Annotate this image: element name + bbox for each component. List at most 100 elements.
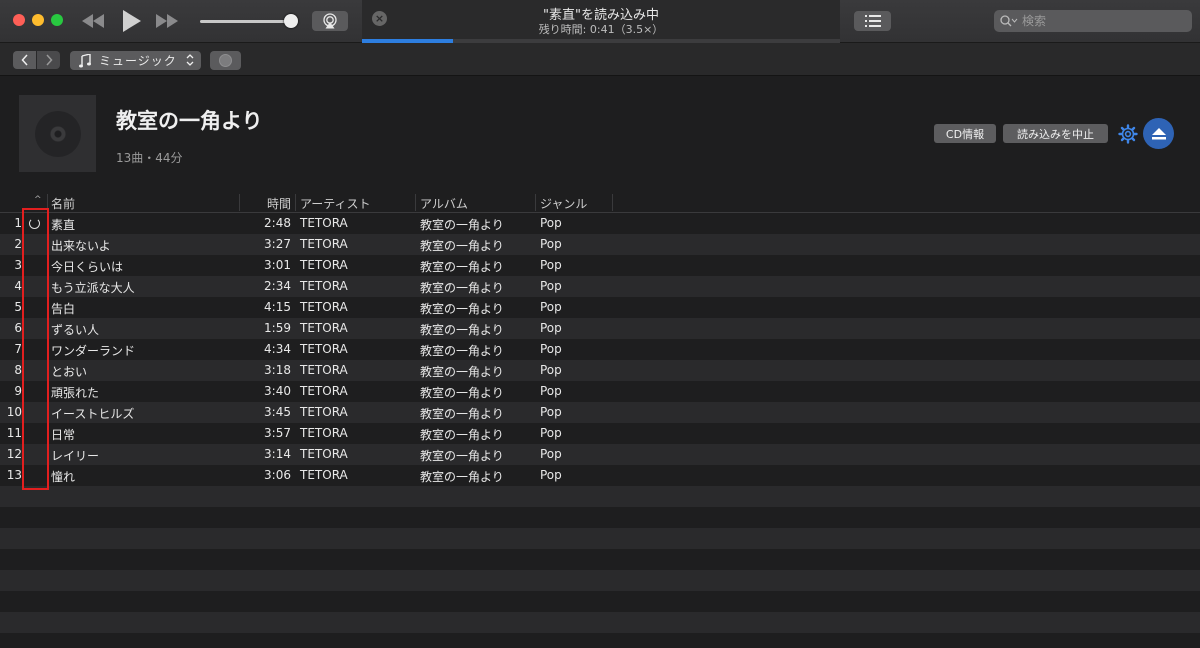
track-name: 日常: [51, 428, 76, 442]
track-genre: Pop: [540, 300, 562, 314]
track-genre: Pop: [540, 216, 562, 230]
track-artist: TETORA: [300, 279, 348, 293]
track-number: 11: [6, 426, 22, 440]
play-icon: [123, 10, 141, 32]
track-name: 出来ないよ: [51, 239, 111, 253]
track-number: 2: [14, 237, 22, 251]
table-row[interactable]: 13 憧れ 3:06 TETORA 教室の一角より Pop: [0, 465, 1200, 486]
chevron-right-icon: [45, 54, 53, 66]
column-header-time[interactable]: 時間: [240, 195, 291, 212]
track-genre: Pop: [540, 321, 562, 335]
track-time: 3:14: [264, 447, 291, 461]
track-time: 3:45: [264, 405, 291, 419]
empty-row: [0, 528, 1200, 549]
table-row[interactable]: 8 とおい 3:18 TETORA 教室の一角より Pop: [0, 360, 1200, 381]
forward-button[interactable]: [37, 51, 60, 69]
table-row[interactable]: 12 レイリー 3:14 TETORA 教室の一角より Pop: [0, 444, 1200, 465]
eject-button[interactable]: [1143, 118, 1174, 149]
table-row[interactable]: 9 頑張れた 3:40 TETORA 教室の一角より Pop: [0, 381, 1200, 402]
airplay-icon: [323, 13, 337, 29]
album-meta: 13曲・44分: [116, 151, 183, 165]
track-number: 13: [6, 468, 22, 482]
airplay-button[interactable]: [312, 11, 348, 31]
cd-info-button[interactable]: CD情報: [934, 124, 996, 143]
empty-row: [0, 612, 1200, 633]
volume-slider-knob[interactable]: [284, 14, 298, 28]
table-row[interactable]: 5 告白 4:15 TETORA 教室の一角より Pop: [0, 297, 1200, 318]
track-album: 教室の一角より: [420, 470, 504, 484]
track-number: 1: [14, 216, 22, 230]
search-icon: [1000, 15, 1018, 27]
back-button[interactable]: [13, 51, 36, 69]
empty-row: [0, 633, 1200, 648]
track-number: 12: [6, 447, 22, 461]
track-number: 6: [14, 321, 22, 335]
search-input[interactable]: [1022, 14, 1182, 28]
table-row[interactable]: 10 イーストヒルズ 3:45 TETORA 教室の一角より Pop: [0, 402, 1200, 423]
track-name: もう立派な大人: [51, 281, 135, 295]
fast-forward-icon: [156, 14, 178, 28]
track-time: 4:34: [264, 342, 291, 356]
table-row[interactable]: 1 素直 2:48 TETORA 教室の一角より Pop: [0, 213, 1200, 234]
fast-forward-button[interactable]: [154, 8, 180, 34]
track-time: 2:34: [264, 279, 291, 293]
close-window-button[interactable]: [13, 14, 25, 26]
volume-slider[interactable]: [200, 20, 292, 23]
track-genre: Pop: [540, 468, 562, 482]
track-number: 8: [14, 363, 22, 377]
status-subtitle: 残り時間: 0:41（3.5×）: [538, 23, 664, 36]
play-button[interactable]: [118, 8, 144, 34]
table-row[interactable]: 6 ずるい人 1:59 TETORA 教室の一角より Pop: [0, 318, 1200, 339]
music-note-icon: [79, 53, 91, 67]
column-header-genre[interactable]: ジャンル: [540, 195, 587, 212]
minimize-window-button[interactable]: [32, 14, 44, 26]
track-time: 3:06: [264, 468, 291, 482]
track-album: 教室の一角より: [420, 302, 504, 316]
track-time: 3:40: [264, 384, 291, 398]
track-genre: Pop: [540, 237, 562, 251]
track-genre: Pop: [540, 405, 562, 419]
media-kind-label: ミュージック: [99, 54, 177, 68]
column-separator: [415, 194, 416, 211]
track-album: 教室の一角より: [420, 344, 504, 358]
track-number: 9: [14, 384, 22, 398]
track-album: 教室の一角より: [420, 386, 504, 400]
table-row[interactable]: 11 日常 3:57 TETORA 教室の一角より Pop: [0, 423, 1200, 444]
album-header: 教室の一角より 13曲・44分 CD情報 読み込みを中止: [0, 77, 1200, 192]
column-separator: [535, 194, 536, 211]
track-artist: TETORA: [300, 258, 348, 272]
track-name: とおい: [51, 365, 88, 379]
track-name: 告白: [51, 302, 76, 316]
track-album: 教室の一角より: [420, 281, 504, 295]
title-bar: × "素直"を読み込み中 残り時間: 0:41（3.5×）: [0, 0, 1200, 43]
rewind-button[interactable]: [80, 8, 106, 34]
track-time: 3:18: [264, 363, 291, 377]
track-name: レイリー: [51, 449, 100, 463]
track-album: 教室の一角より: [420, 449, 504, 463]
chevron-up-down-icon: [186, 54, 194, 66]
zoom-window-button[interactable]: [51, 14, 63, 26]
track-time: 2:48: [264, 216, 291, 230]
track-genre: Pop: [540, 384, 562, 398]
up-next-list-button[interactable]: [854, 11, 891, 31]
gear-icon[interactable]: [1118, 124, 1138, 144]
rewind-icon: [82, 14, 104, 28]
album-title: 教室の一角より: [116, 109, 263, 133]
column-header-artist[interactable]: アーティスト: [300, 195, 371, 212]
column-header-album[interactable]: アルバム: [420, 195, 468, 212]
media-kind-select[interactable]: ミュージック: [70, 51, 201, 70]
track-name: イーストヒルズ: [51, 407, 135, 421]
empty-row: [0, 591, 1200, 612]
table-row[interactable]: 4 もう立派な大人 2:34 TETORA 教室の一角より Pop: [0, 276, 1200, 297]
sort-ascending-icon[interactable]: ^: [34, 195, 42, 205]
track-artist: TETORA: [300, 342, 348, 356]
table-row[interactable]: 7 ワンダーランド 4:34 TETORA 教室の一角より Pop: [0, 339, 1200, 360]
search-field[interactable]: [994, 10, 1192, 32]
device-button[interactable]: [210, 51, 241, 70]
stop-import-button[interactable]: 読み込みを中止: [1003, 124, 1108, 143]
column-header-name[interactable]: 名前: [51, 195, 75, 212]
table-row[interactable]: 3 今日くらいは 3:01 TETORA 教室の一角より Pop: [0, 255, 1200, 276]
table-row[interactable]: 2 出来ないよ 3:27 TETORA 教室の一角より Pop: [0, 234, 1200, 255]
track-name: 今日くらいは: [51, 260, 124, 274]
track-genre: Pop: [540, 447, 562, 461]
